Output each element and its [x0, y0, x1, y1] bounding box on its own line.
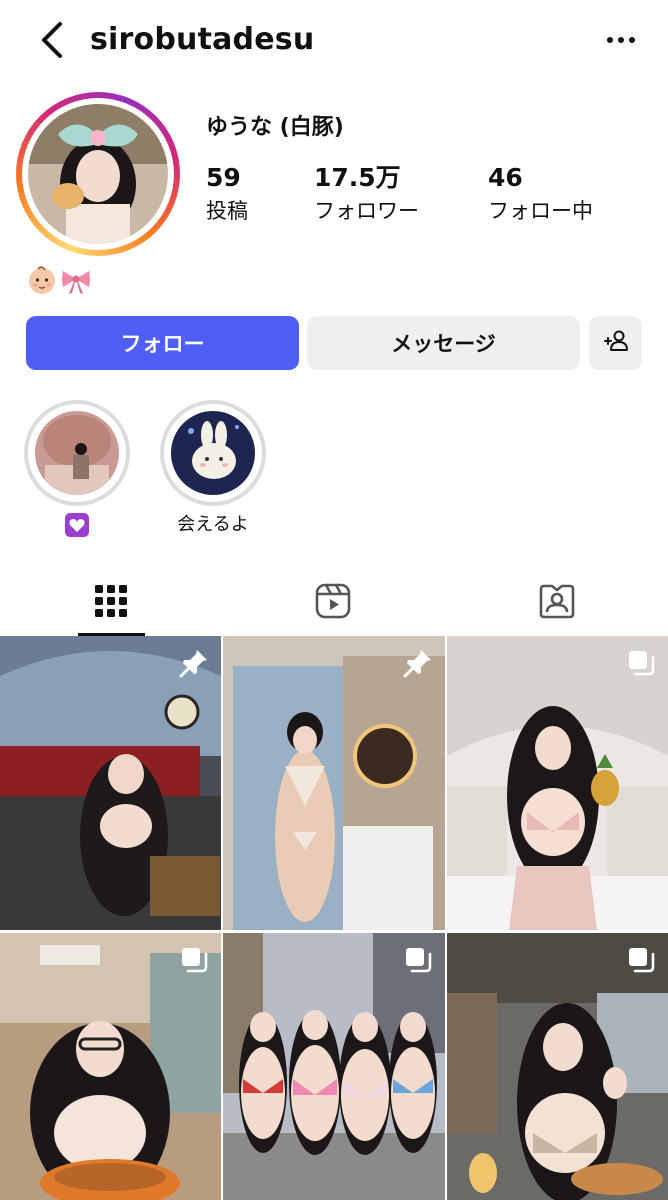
carousel-icon — [626, 648, 656, 678]
stat-followers[interactable]: 17.5万 フォロワー — [314, 160, 419, 226]
stat-posts: 59 投稿 — [206, 160, 248, 226]
post-thumbnail[interactable] — [223, 636, 445, 930]
post-thumbnail[interactable] — [447, 933, 668, 1200]
highlight-thumbnail — [171, 411, 255, 495]
post-thumbnail[interactable] — [0, 636, 221, 930]
followers-label: フォロワー — [314, 199, 419, 223]
tab-posts-grid[interactable] — [0, 570, 222, 636]
pin-icon — [179, 648, 209, 678]
highlight-label: 会えるよ — [177, 514, 249, 535]
following-count: 46 — [488, 163, 523, 192]
reels-icon — [314, 582, 352, 624]
highlight-thumbnail — [35, 411, 119, 495]
avatar-story-ring[interactable] — [16, 92, 180, 256]
posts-count: 59 — [206, 163, 241, 192]
top-bar: sirobutadesu — [0, 0, 668, 80]
pin-icon — [403, 648, 433, 678]
tab-reels[interactable] — [222, 570, 444, 636]
highlight-label — [7, 512, 147, 538]
profile-username: sirobutadesu — [90, 22, 315, 57]
carousel-icon — [626, 945, 656, 975]
baby-face-icon — [26, 264, 58, 300]
carousel-icon — [179, 945, 209, 975]
profile-tabs — [0, 570, 668, 636]
post-thumbnail[interactable] — [223, 933, 445, 1200]
ribbon-bow-icon — [60, 264, 92, 300]
followers-count: 17.5万 — [314, 163, 401, 192]
person-add-icon — [601, 326, 631, 361]
suggest-users-button[interactable] — [589, 316, 642, 370]
follow-button[interactable]: フォロー — [26, 316, 299, 370]
message-button[interactable]: メッセージ — [307, 316, 580, 370]
heart-decoration-icon — [64, 512, 90, 538]
carousel-icon — [403, 945, 433, 975]
stat-following[interactable]: 46 フォロー中 — [488, 160, 593, 226]
post-thumbnail[interactable] — [0, 933, 221, 1200]
back-chevron-icon[interactable] — [34, 20, 70, 60]
avatar — [28, 104, 168, 244]
tagged-icon — [538, 582, 576, 624]
tab-tagged[interactable] — [446, 570, 668, 636]
ellipsis-icon[interactable] — [600, 24, 640, 54]
grid-icon — [94, 584, 128, 622]
following-label: フォロー中 — [488, 199, 593, 223]
post-thumbnail[interactable] — [447, 636, 668, 930]
posts-label: 投稿 — [206, 199, 248, 223]
posts-grid — [0, 636, 668, 1200]
display-name: ゆうな (白豚) — [206, 115, 344, 140]
